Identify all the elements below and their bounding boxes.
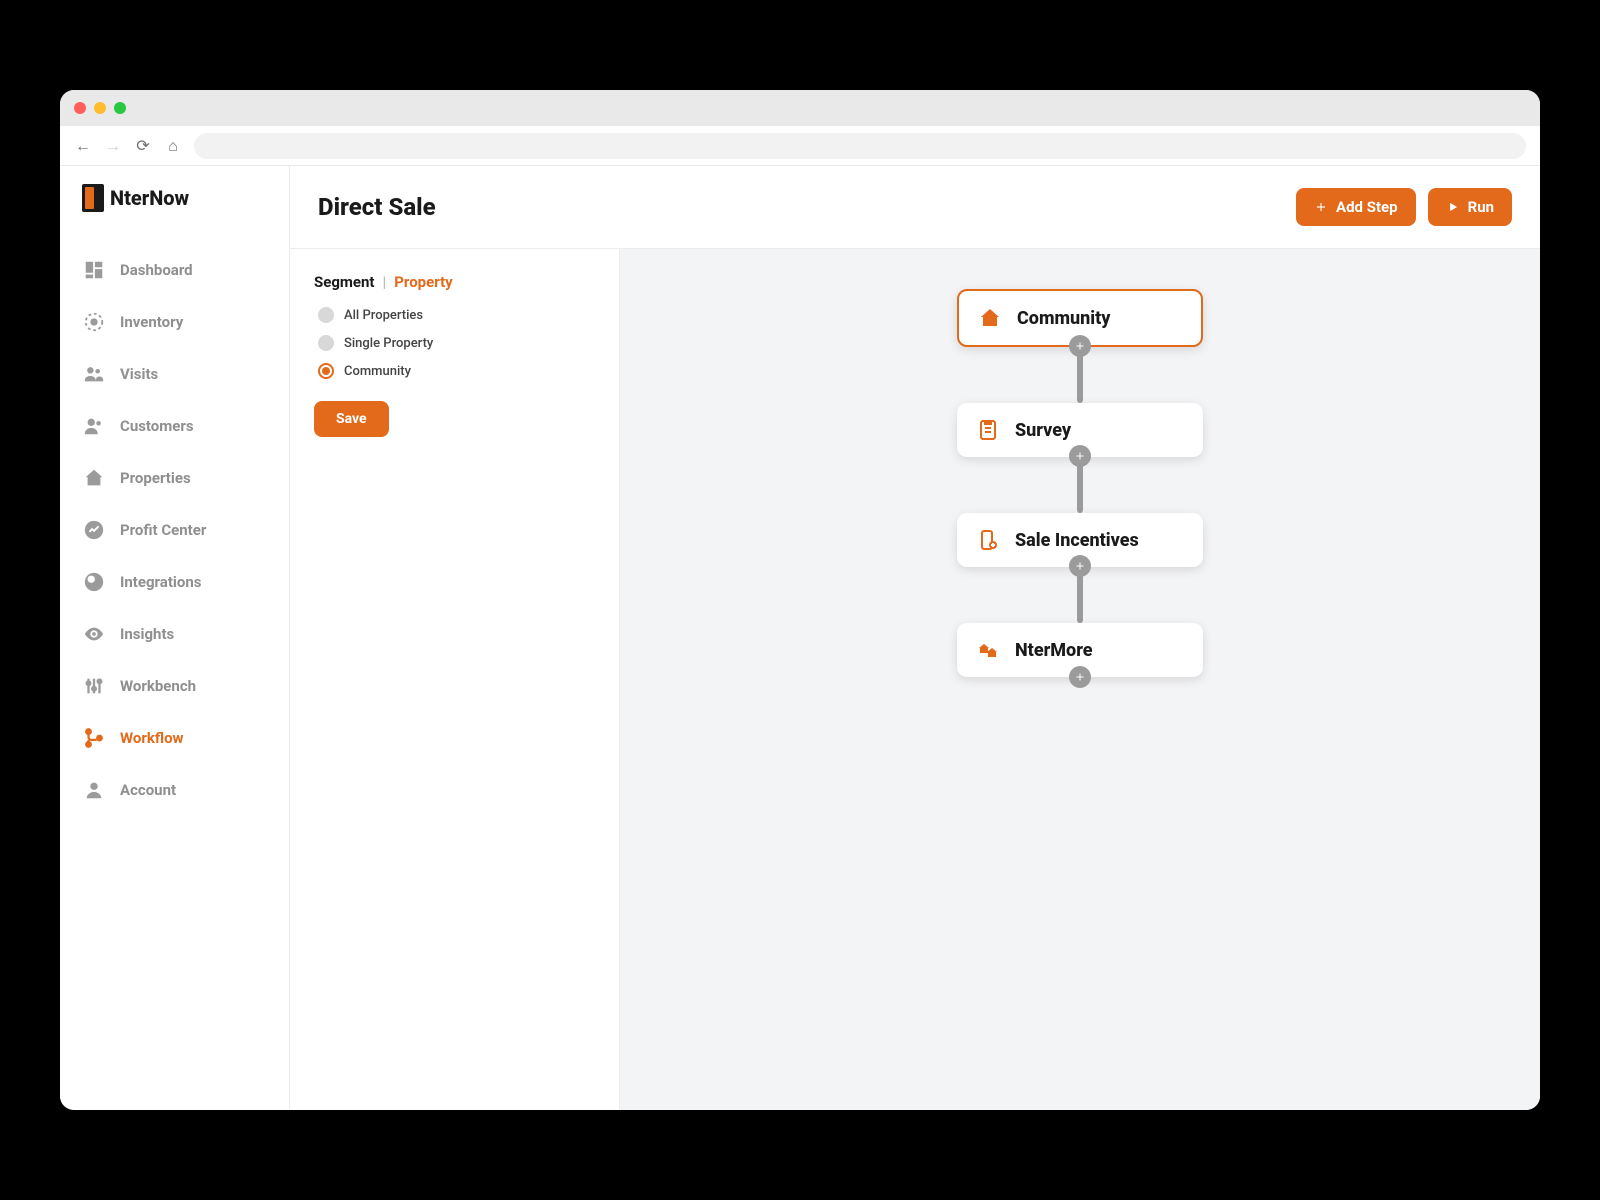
sidebar-item-label: Dashboard bbox=[120, 261, 193, 279]
radio-label: Single Property bbox=[344, 336, 433, 351]
integrations-icon bbox=[82, 570, 106, 594]
workflow: Community Survey bbox=[957, 289, 1203, 688]
sidebar-item-label: Properties bbox=[120, 469, 191, 487]
sidebar: NterNow Dashboard Inventory bbox=[60, 166, 290, 1110]
sidebar-item-customers[interactable]: Customers bbox=[60, 400, 289, 452]
sidebar-item-label: Integrations bbox=[120, 573, 201, 591]
sidebar-item-label: Customers bbox=[120, 417, 194, 435]
survey-icon bbox=[975, 417, 1001, 443]
radio-list: All Properties Single Property Community bbox=[314, 307, 595, 379]
segment-divider: | bbox=[382, 273, 386, 291]
workflow-node-label: Community bbox=[1017, 308, 1110, 329]
config-panel: Segment | Property All Properties Single… bbox=[290, 249, 620, 1110]
browser-titlebar bbox=[60, 90, 1540, 126]
header: Direct Sale Add Step Run bbox=[290, 166, 1540, 249]
account-icon bbox=[82, 778, 106, 802]
workflow-connector bbox=[1077, 567, 1083, 623]
content: Segment | Property All Properties Single… bbox=[290, 249, 1540, 1110]
back-icon[interactable]: ← bbox=[74, 136, 92, 156]
add-step-label: Add Step bbox=[1336, 198, 1398, 216]
add-node-button[interactable] bbox=[1069, 445, 1091, 467]
app-root: NterNow Dashboard Inventory bbox=[60, 166, 1540, 1110]
forward-icon[interactable]: → bbox=[104, 136, 122, 156]
workflow-node-label: Sale Incentives bbox=[1015, 530, 1139, 551]
inventory-icon bbox=[82, 310, 106, 334]
logo-mark-icon bbox=[82, 184, 104, 212]
add-node-button[interactable] bbox=[1069, 666, 1091, 688]
workflow-icon bbox=[82, 726, 106, 750]
segment-label: Segment bbox=[314, 273, 374, 291]
sidebar-item-inventory[interactable]: Inventory bbox=[60, 296, 289, 348]
header-actions: Add Step Run bbox=[1296, 188, 1512, 226]
workflow-node-label: Survey bbox=[1015, 420, 1071, 441]
sidebar-item-visits[interactable]: Visits bbox=[60, 348, 289, 400]
save-label: Save bbox=[336, 411, 367, 427]
workflow-connector bbox=[1077, 457, 1083, 513]
radio-community[interactable]: Community bbox=[318, 363, 595, 379]
radio-dot-icon bbox=[318, 363, 334, 379]
minimize-window-button[interactable] bbox=[94, 102, 106, 114]
sidebar-item-label: Insights bbox=[120, 625, 174, 643]
insights-icon bbox=[82, 622, 106, 646]
browser-window: ← → ⟳ ⌂ NterNow Dashboard bbox=[60, 90, 1540, 1110]
close-window-button[interactable] bbox=[74, 102, 86, 114]
customers-icon bbox=[82, 414, 106, 438]
profit-icon bbox=[82, 518, 106, 542]
logo[interactable]: NterNow bbox=[60, 184, 289, 236]
sidebar-item-label: Workbench bbox=[120, 677, 196, 695]
nav-list: Dashboard Inventory Visits bbox=[60, 236, 289, 824]
sidebar-item-workflow[interactable]: Workflow bbox=[60, 712, 289, 764]
run-label: Run bbox=[1468, 198, 1494, 216]
radio-dot-icon bbox=[318, 335, 334, 351]
sidebar-item-dashboard[interactable]: Dashboard bbox=[60, 244, 289, 296]
incentive-icon bbox=[975, 527, 1001, 553]
run-button[interactable]: Run bbox=[1428, 188, 1512, 226]
radio-all-properties[interactable]: All Properties bbox=[318, 307, 595, 323]
maximize-window-button[interactable] bbox=[114, 102, 126, 114]
main: Direct Sale Add Step Run Segmen bbox=[290, 166, 1540, 1110]
segment-header: Segment | Property bbox=[314, 273, 595, 291]
properties-icon bbox=[82, 466, 106, 490]
save-button[interactable]: Save bbox=[314, 401, 389, 437]
play-icon bbox=[1446, 200, 1460, 214]
sidebar-item-integrations[interactable]: Integrations bbox=[60, 556, 289, 608]
radio-single-property[interactable]: Single Property bbox=[318, 335, 595, 351]
workflow-canvas[interactable]: Community Survey bbox=[620, 249, 1540, 1110]
logo-text: NterNow bbox=[110, 186, 189, 210]
dashboard-icon bbox=[82, 258, 106, 282]
house-icon bbox=[977, 305, 1003, 331]
workflow-node-label: NterMore bbox=[1015, 640, 1093, 661]
radio-label: Community bbox=[344, 364, 411, 379]
ntermore-icon bbox=[975, 637, 1001, 663]
browser-toolbar: ← → ⟳ ⌂ bbox=[60, 126, 1540, 166]
sidebar-item-profit-center[interactable]: Profit Center bbox=[60, 504, 289, 556]
sidebar-item-workbench[interactable]: Workbench bbox=[60, 660, 289, 712]
radio-label: All Properties bbox=[344, 308, 423, 323]
workbench-icon bbox=[82, 674, 106, 698]
sidebar-item-label: Visits bbox=[120, 365, 158, 383]
sidebar-item-insights[interactable]: Insights bbox=[60, 608, 289, 660]
workflow-connector bbox=[1077, 347, 1083, 403]
sidebar-item-properties[interactable]: Properties bbox=[60, 452, 289, 504]
url-bar[interactable] bbox=[194, 133, 1526, 159]
reload-icon[interactable]: ⟳ bbox=[134, 136, 152, 155]
visits-icon bbox=[82, 362, 106, 386]
add-step-button[interactable]: Add Step bbox=[1296, 188, 1416, 226]
plus-icon bbox=[1314, 200, 1328, 214]
page-title: Direct Sale bbox=[318, 193, 436, 221]
sidebar-item-account[interactable]: Account bbox=[60, 764, 289, 816]
radio-dot-icon bbox=[318, 307, 334, 323]
sidebar-item-label: Account bbox=[120, 781, 176, 799]
segment-active: Property bbox=[394, 273, 452, 291]
sidebar-item-label: Profit Center bbox=[120, 521, 206, 539]
sidebar-item-label: Inventory bbox=[120, 313, 183, 331]
add-node-button[interactable] bbox=[1069, 335, 1091, 357]
add-node-button[interactable] bbox=[1069, 555, 1091, 577]
home-icon[interactable]: ⌂ bbox=[164, 136, 182, 156]
sidebar-item-label: Workflow bbox=[120, 729, 184, 747]
